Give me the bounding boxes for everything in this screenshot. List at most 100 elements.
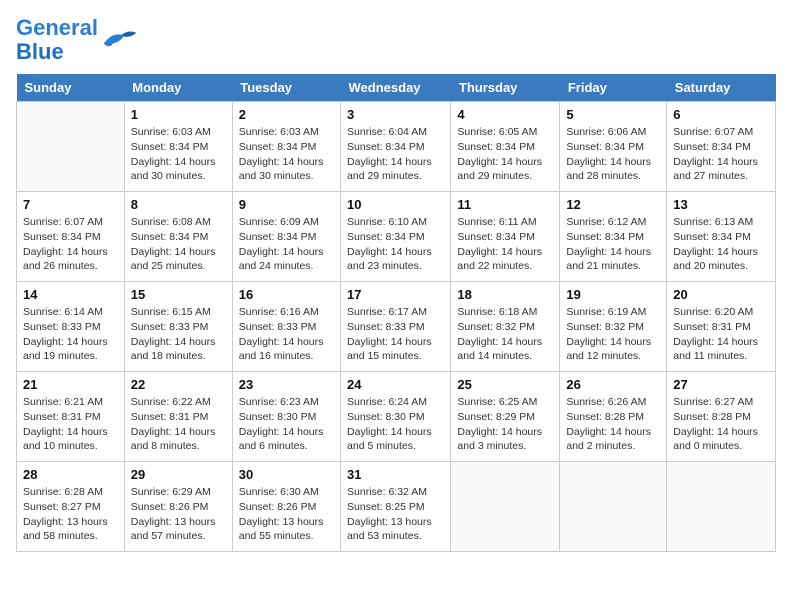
calendar-cell: 8 Sunrise: 6:08 AMSunset: 8:34 PMDaylight… — [124, 192, 232, 282]
day-info: Sunrise: 6:19 AMSunset: 8:32 PMDaylight:… — [566, 305, 660, 364]
day-info: Sunrise: 6:14 AMSunset: 8:33 PMDaylight:… — [23, 305, 118, 364]
calendar-cell: 25 Sunrise: 6:25 AMSunset: 8:29 PMDayligh… — [451, 372, 560, 462]
day-number: 9 — [239, 197, 334, 212]
day-number: 24 — [347, 377, 444, 392]
day-number: 30 — [239, 467, 334, 482]
calendar-cell: 12 Sunrise: 6:12 AMSunset: 8:34 PMDayligh… — [560, 192, 667, 282]
day-number: 16 — [239, 287, 334, 302]
day-info: Sunrise: 6:18 AMSunset: 8:32 PMDaylight:… — [457, 305, 553, 364]
logo: GeneralBlue — [16, 16, 138, 64]
day-info: Sunrise: 6:22 AMSunset: 8:31 PMDaylight:… — [131, 395, 226, 454]
calendar-cell — [451, 462, 560, 552]
calendar-cell: 19 Sunrise: 6:19 AMSunset: 8:32 PMDayligh… — [560, 282, 667, 372]
calendar-cell: 22 Sunrise: 6:22 AMSunset: 8:31 PMDayligh… — [124, 372, 232, 462]
day-info: Sunrise: 6:27 AMSunset: 8:28 PMDaylight:… — [673, 395, 769, 454]
day-info: Sunrise: 6:03 AMSunset: 8:34 PMDaylight:… — [131, 125, 226, 184]
day-info: Sunrise: 6:08 AMSunset: 8:34 PMDaylight:… — [131, 215, 226, 274]
day-info: Sunrise: 6:26 AMSunset: 8:28 PMDaylight:… — [566, 395, 660, 454]
day-header-tuesday: Tuesday — [232, 74, 340, 102]
day-info: Sunrise: 6:25 AMSunset: 8:29 PMDaylight:… — [457, 395, 553, 454]
day-number: 2 — [239, 107, 334, 122]
calendar-cell: 28Sunrise: 6:28 AMSunset: 8:27 PMDayligh… — [17, 462, 125, 552]
day-info: Sunrise: 6:24 AMSunset: 8:30 PMDaylight:… — [347, 395, 444, 454]
day-number: 20 — [673, 287, 769, 302]
calendar-cell: 15 Sunrise: 6:15 AMSunset: 8:33 PMDayligh… — [124, 282, 232, 372]
week-row-4: 21Sunrise: 6:21 AMSunset: 8:31 PMDayligh… — [17, 372, 776, 462]
day-number: 3 — [347, 107, 444, 122]
calendar-cell: 16 Sunrise: 6:16 AMSunset: 8:33 PMDayligh… — [232, 282, 340, 372]
day-number: 8 — [131, 197, 226, 212]
calendar-cell — [667, 462, 776, 552]
day-number: 10 — [347, 197, 444, 212]
day-number: 22 — [131, 377, 226, 392]
day-header-sunday: Sunday — [17, 74, 125, 102]
calendar-cell: 4Sunrise: 6:05 AMSunset: 8:34 PMDaylight… — [451, 102, 560, 192]
calendar-cell: 1 Sunrise: 6:03 AMSunset: 8:34 PMDaylight… — [124, 102, 232, 192]
day-number: 11 — [457, 197, 553, 212]
week-row-2: 7 Sunrise: 6:07 AMSunset: 8:34 PMDaylight… — [17, 192, 776, 282]
day-number: 25 — [457, 377, 553, 392]
calendar-cell: 6 Sunrise: 6:07 AMSunset: 8:34 PMDaylight… — [667, 102, 776, 192]
week-row-1: 1 Sunrise: 6:03 AMSunset: 8:34 PMDaylight… — [17, 102, 776, 192]
day-number: 27 — [673, 377, 769, 392]
day-number: 12 — [566, 197, 660, 212]
day-info: Sunrise: 6:29 AMSunset: 8:26 PMDaylight:… — [131, 485, 226, 544]
calendar-cell: 24 Sunrise: 6:24 AMSunset: 8:30 PMDayligh… — [341, 372, 451, 462]
day-number: 4 — [457, 107, 553, 122]
day-number: 19 — [566, 287, 660, 302]
calendar-cell — [17, 102, 125, 192]
day-header-monday: Monday — [124, 74, 232, 102]
calendar-cell: 29 Sunrise: 6:29 AMSunset: 8:26 PMDayligh… — [124, 462, 232, 552]
day-info: Sunrise: 6:23 AMSunset: 8:30 PMDaylight:… — [239, 395, 334, 454]
days-header-row: SundayMondayTuesdayWednesdayThursdayFrid… — [17, 74, 776, 102]
calendar-cell: 11 Sunrise: 6:11 AMSunset: 8:34 PMDayligh… — [451, 192, 560, 282]
day-info: Sunrise: 6:03 AMSunset: 8:34 PMDaylight:… — [239, 125, 334, 184]
calendar-cell: 13 Sunrise: 6:13 AMSunset: 8:34 PMDayligh… — [667, 192, 776, 282]
day-header-wednesday: Wednesday — [341, 74, 451, 102]
day-number: 6 — [673, 107, 769, 122]
day-number: 29 — [131, 467, 226, 482]
day-number: 18 — [457, 287, 553, 302]
day-info: Sunrise: 6:20 AMSunset: 8:31 PMDaylight:… — [673, 305, 769, 364]
day-info: Sunrise: 6:21 AMSunset: 8:31 PMDaylight:… — [23, 395, 118, 454]
calendar-cell: 23Sunrise: 6:23 AMSunset: 8:30 PMDayligh… — [232, 372, 340, 462]
day-info: Sunrise: 6:11 AMSunset: 8:34 PMDaylight:… — [457, 215, 553, 274]
week-row-3: 14 Sunrise: 6:14 AMSunset: 8:33 PMDayligh… — [17, 282, 776, 372]
logo-text: GeneralBlue — [16, 16, 98, 64]
calendar-cell: 17 Sunrise: 6:17 AMSunset: 8:33 PMDayligh… — [341, 282, 451, 372]
day-info: Sunrise: 6:15 AMSunset: 8:33 PMDaylight:… — [131, 305, 226, 364]
calendar-cell: 20 Sunrise: 6:20 AMSunset: 8:31 PMDayligh… — [667, 282, 776, 372]
calendar-cell: 21Sunrise: 6:21 AMSunset: 8:31 PMDayligh… — [17, 372, 125, 462]
calendar-cell — [560, 462, 667, 552]
calendar-cell: 7 Sunrise: 6:07 AMSunset: 8:34 PMDaylight… — [17, 192, 125, 282]
day-info: Sunrise: 6:09 AMSunset: 8:34 PMDaylight:… — [239, 215, 334, 274]
day-number: 15 — [131, 287, 226, 302]
calendar-cell: 3 Sunrise: 6:04 AMSunset: 8:34 PMDaylight… — [341, 102, 451, 192]
calendar-cell: 30 Sunrise: 6:30 AMSunset: 8:26 PMDayligh… — [232, 462, 340, 552]
day-info: Sunrise: 6:30 AMSunset: 8:26 PMDaylight:… — [239, 485, 334, 544]
day-info: Sunrise: 6:10 AMSunset: 8:34 PMDaylight:… — [347, 215, 444, 274]
calendar-cell: 10 Sunrise: 6:10 AMSunset: 8:34 PMDayligh… — [341, 192, 451, 282]
day-info: Sunrise: 6:16 AMSunset: 8:33 PMDaylight:… — [239, 305, 334, 364]
day-info: Sunrise: 6:32 AMSunset: 8:25 PMDaylight:… — [347, 485, 444, 544]
day-info: Sunrise: 6:07 AMSunset: 8:34 PMDaylight:… — [673, 125, 769, 184]
day-header-thursday: Thursday — [451, 74, 560, 102]
day-info: Sunrise: 6:12 AMSunset: 8:34 PMDaylight:… — [566, 215, 660, 274]
day-number: 14 — [23, 287, 118, 302]
day-number: 26 — [566, 377, 660, 392]
day-number: 1 — [131, 107, 226, 122]
logo-bird-icon — [102, 25, 138, 55]
calendar-cell: 2 Sunrise: 6:03 AMSunset: 8:34 PMDaylight… — [232, 102, 340, 192]
day-info: Sunrise: 6:07 AMSunset: 8:34 PMDaylight:… — [23, 215, 118, 274]
day-number: 17 — [347, 287, 444, 302]
week-row-5: 28Sunrise: 6:28 AMSunset: 8:27 PMDayligh… — [17, 462, 776, 552]
day-number: 13 — [673, 197, 769, 212]
day-info: Sunrise: 6:06 AMSunset: 8:34 PMDaylight:… — [566, 125, 660, 184]
day-info: Sunrise: 6:04 AMSunset: 8:34 PMDaylight:… — [347, 125, 444, 184]
day-number: 7 — [23, 197, 118, 212]
day-info: Sunrise: 6:28 AMSunset: 8:27 PMDaylight:… — [23, 485, 118, 544]
calendar-cell: 31Sunrise: 6:32 AMSunset: 8:25 PMDayligh… — [341, 462, 451, 552]
day-info: Sunrise: 6:13 AMSunset: 8:34 PMDaylight:… — [673, 215, 769, 274]
day-info: Sunrise: 6:17 AMSunset: 8:33 PMDaylight:… — [347, 305, 444, 364]
calendar-cell: 18 Sunrise: 6:18 AMSunset: 8:32 PMDayligh… — [451, 282, 560, 372]
